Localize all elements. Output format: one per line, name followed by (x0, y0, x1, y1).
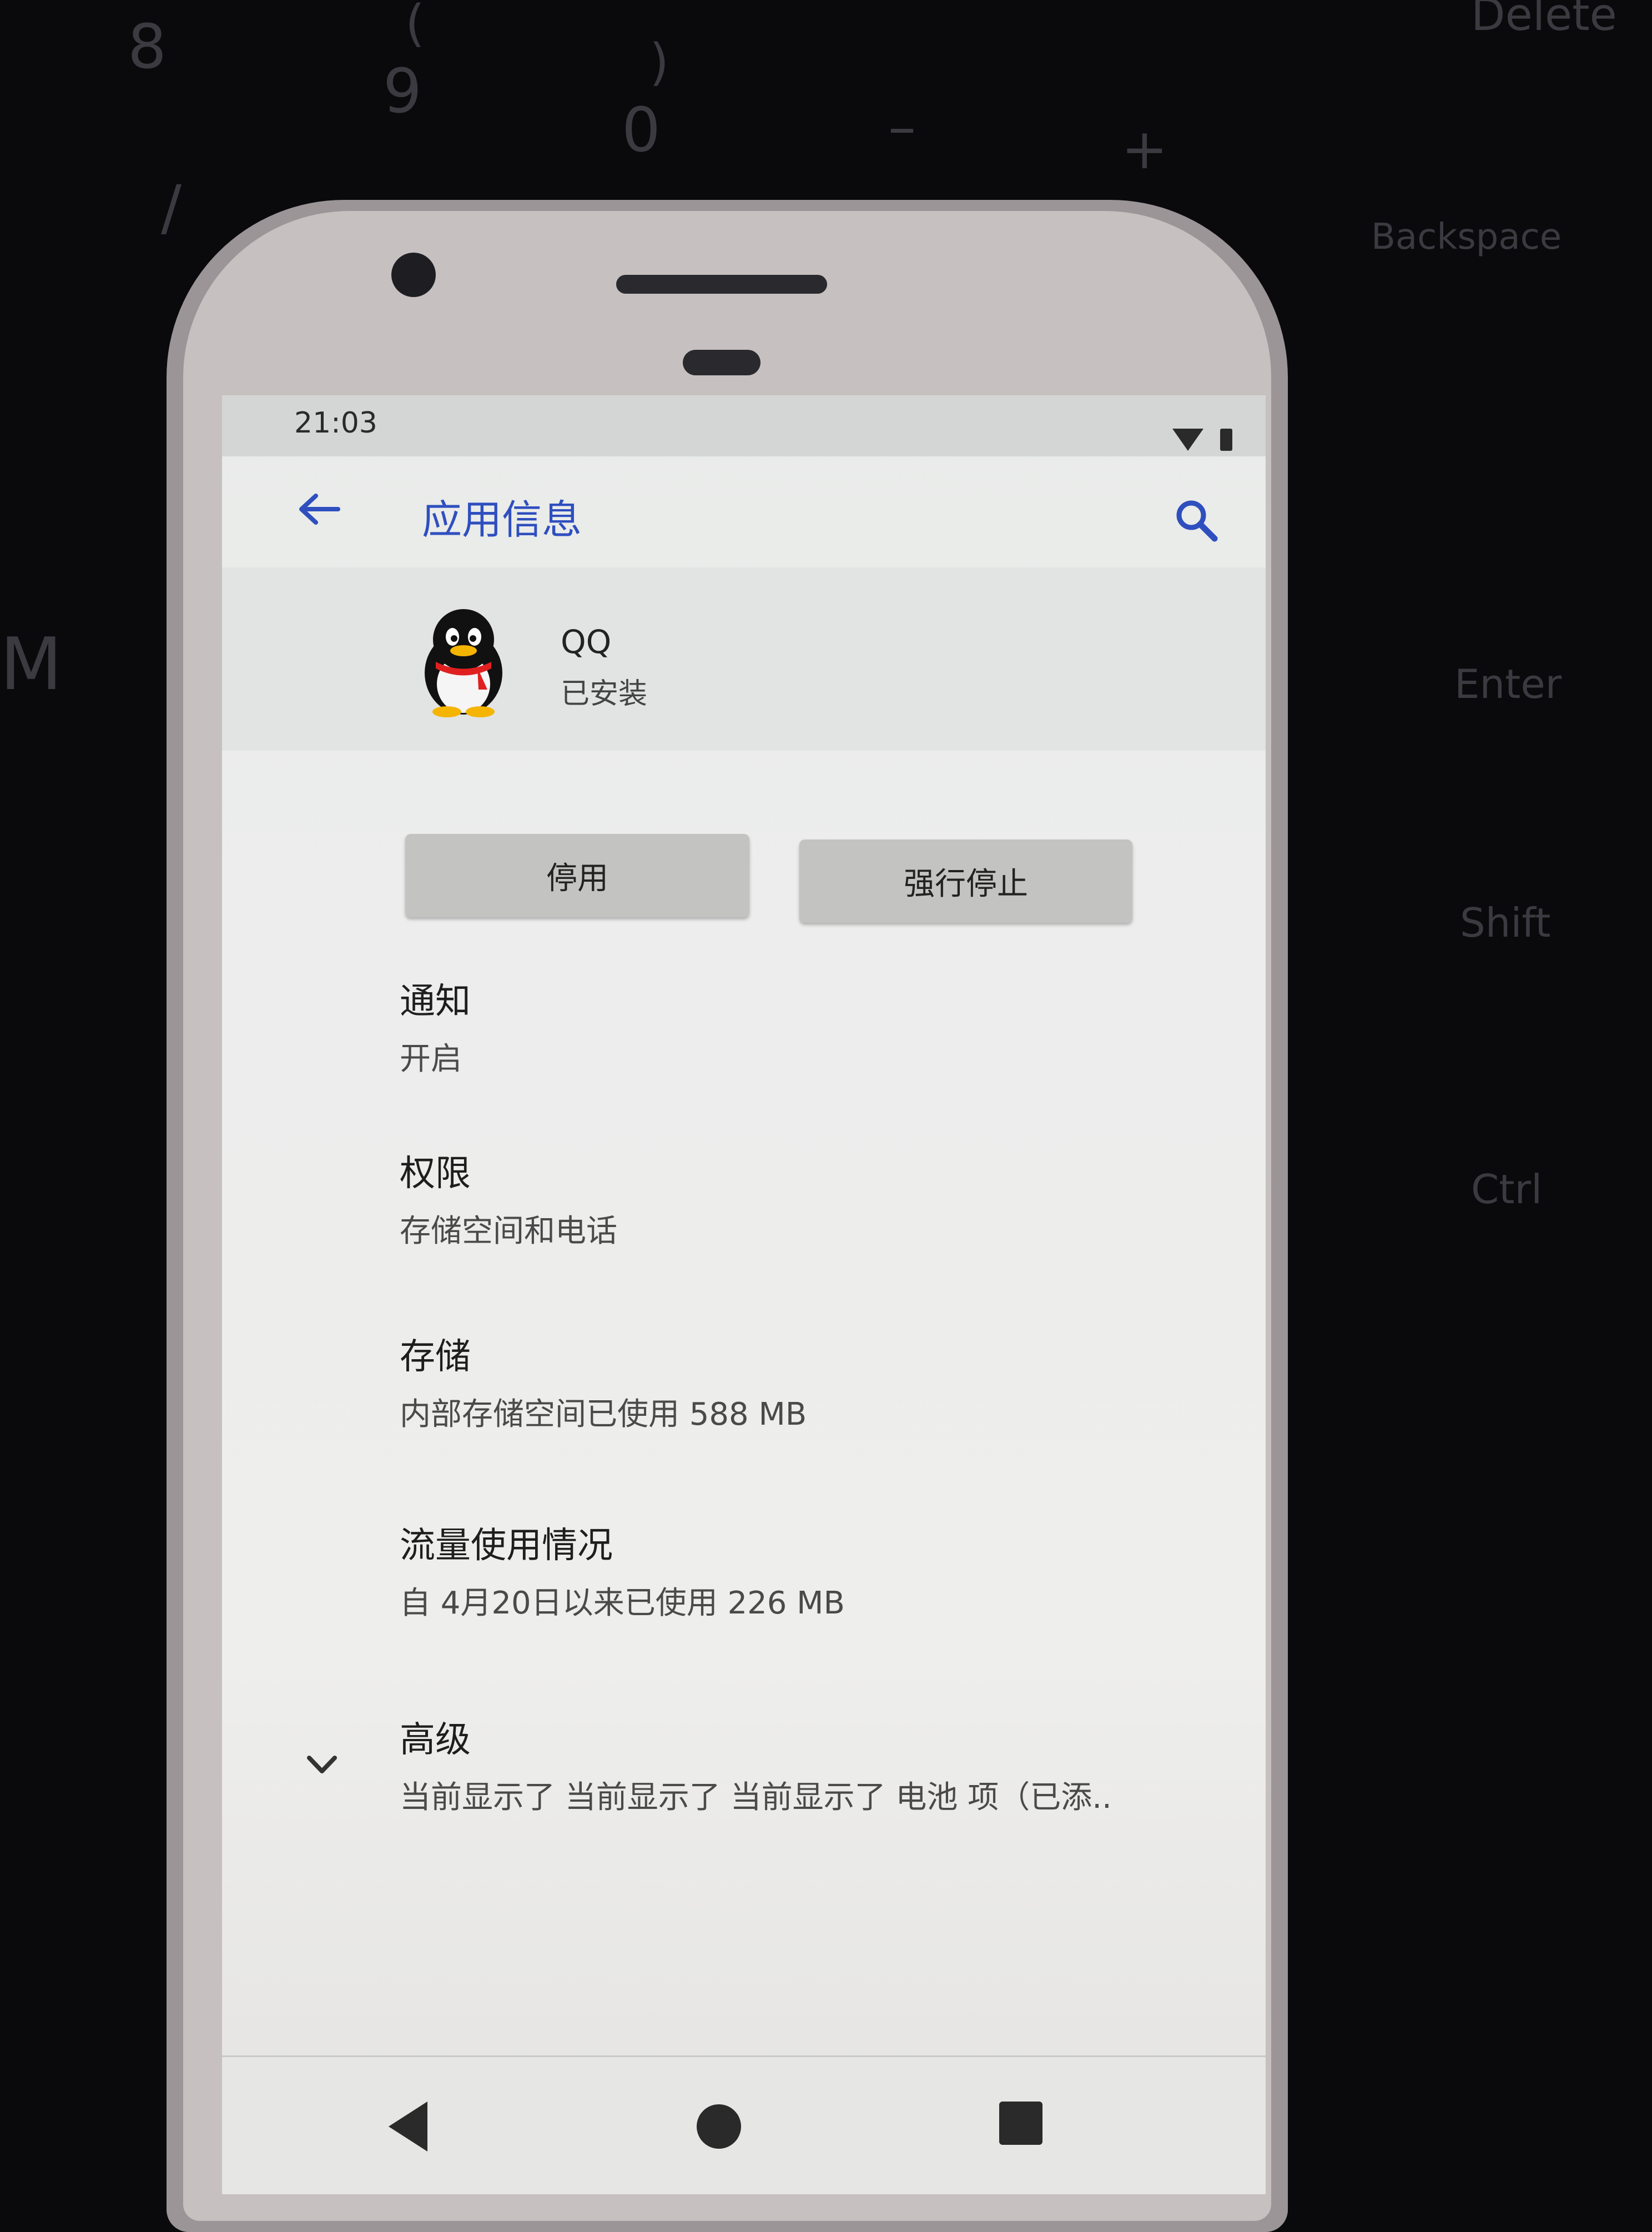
settings-item-subtitle: 开启 (400, 1041, 462, 1077)
settings-item-subtitle: 存储空间和电话 (400, 1213, 617, 1249)
keyboard-key-paren-open: ( (405, 0, 425, 53)
keyboard-key-shift: Shift (1460, 899, 1551, 946)
keyboard-key-minus: – (888, 94, 916, 159)
earpiece-speaker (616, 275, 827, 294)
keyboard-key-plus: + (1121, 117, 1168, 182)
settings-item-notifications[interactable]: 通知 开启 (400, 973, 471, 1079)
app-bar: 应用信息 (222, 456, 1266, 567)
keyboard-key-enter: Enter (1454, 661, 1562, 707)
battery-icon (1220, 429, 1232, 451)
keyboard-key-0: 0 (622, 94, 661, 165)
app-install-status: 已安装 (561, 677, 648, 711)
keyboard-key-m: M (0, 622, 63, 706)
search-icon[interactable] (1171, 495, 1221, 545)
nav-recents-icon[interactable] (999, 2102, 1042, 2145)
keyboard-key-backspace: Backspace (1371, 217, 1562, 258)
phone-screen: 21:03 应用信息 QQ 已安装 停用 强行停止 通知 开启 权限 存储空间和… (222, 395, 1266, 2194)
keyboard-key-slash: / (161, 172, 182, 243)
force-stop-button[interactable]: 强行停止 (799, 839, 1132, 923)
keyboard-key-9: 9 (383, 56, 422, 127)
keyboard-key-delete: Delete (1471, 0, 1617, 41)
keyboard-key-paren-close: ) (649, 33, 669, 92)
front-camera (391, 253, 436, 297)
nav-back-icon[interactable] (389, 2102, 427, 2151)
nav-home-icon[interactable] (697, 2104, 741, 2149)
settings-item-title: 流量使用情况 (400, 1525, 613, 1566)
status-bar: 21:03 (222, 395, 1266, 456)
settings-item-subtitle: 自 4月20日以来已使用 226 MB (400, 1585, 845, 1621)
settings-item-permissions[interactable]: 权限 存储空间和电话 (400, 1145, 617, 1251)
status-icons (1172, 429, 1232, 451)
settings-item-subtitle: 内部存储空间已使用 588 MB (400, 1396, 807, 1432)
settings-item-data-usage[interactable]: 流量使用情况 自 4月20日以来已使用 226 MB (400, 1517, 845, 1623)
chevron-down-icon[interactable] (303, 1745, 341, 1783)
settings-item-title: 存储 (400, 1336, 471, 1378)
settings-item-title: 高级 (400, 1720, 471, 1761)
settings-item-advanced[interactable]: 高级 当前显示了 当前显示了 当前显示了 电池 项（已添.. (400, 1711, 1243, 1817)
wifi-icon (1172, 429, 1203, 451)
qq-penguin-icon (416, 606, 511, 717)
navigation-bar (222, 2055, 1266, 2194)
keyboard-key-8: 8 (128, 11, 167, 82)
settings-item-title: 权限 (400, 1153, 471, 1194)
proximity-sensor (683, 350, 760, 375)
settings-item-title: 通知 (400, 981, 471, 1022)
settings-item-storage[interactable]: 存储 内部存储空间已使用 588 MB (400, 1328, 807, 1434)
page-title: 应用信息 (422, 496, 582, 543)
disable-button[interactable]: 停用 (405, 834, 749, 917)
settings-item-subtitle: 当前显示了 当前显示了 当前显示了 电池 项（已添.. (400, 1779, 1112, 1816)
app-name: QQ (561, 623, 612, 661)
back-arrow-icon[interactable] (294, 484, 344, 534)
app-header (222, 567, 1266, 751)
keyboard-key-ctrl: Ctrl (1471, 1166, 1543, 1213)
status-time: 21:03 (294, 406, 377, 440)
